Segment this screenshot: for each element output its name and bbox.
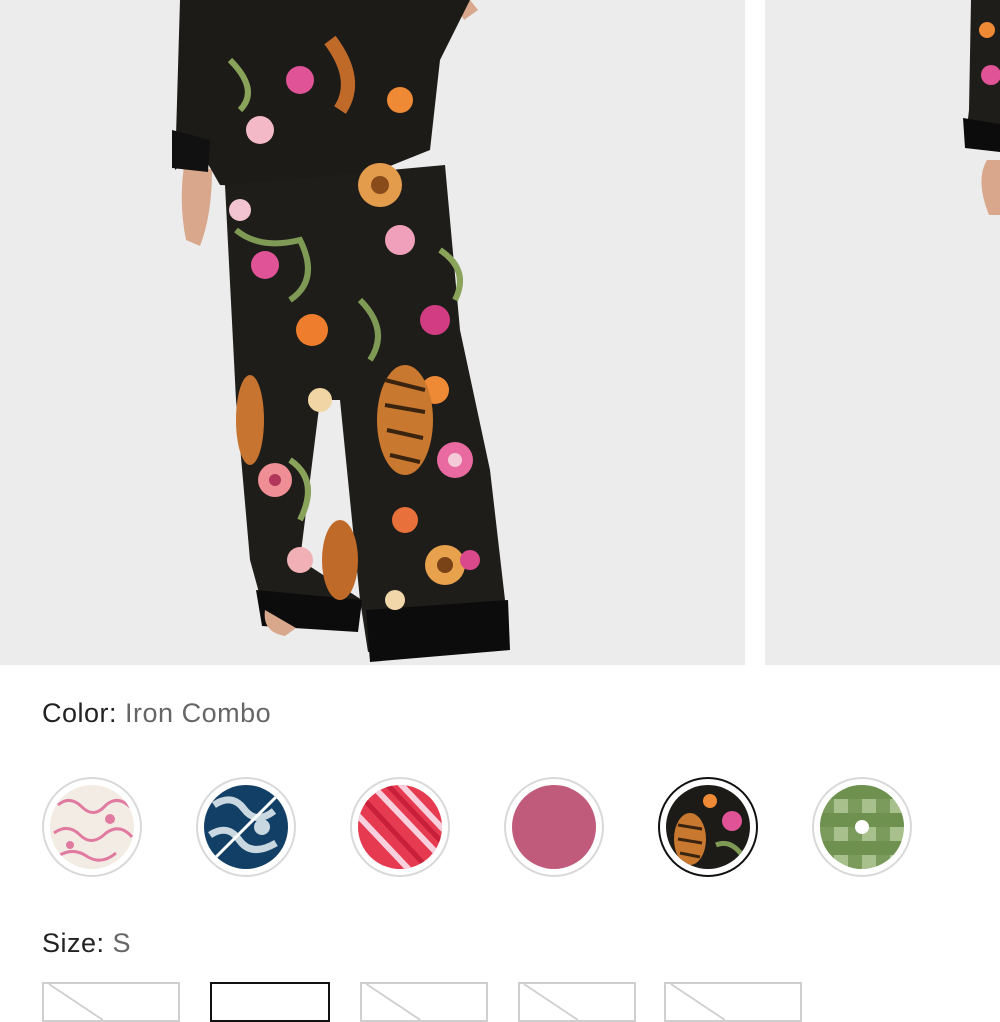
unavailable-strike-icon — [48, 984, 104, 1020]
color-label-row: Color: Iron Combo — [42, 698, 271, 729]
product-image-main[interactable] — [0, 0, 745, 665]
color-swatch-red-stripe[interactable] — [350, 777, 450, 877]
color-label: Color: — [42, 698, 118, 728]
size-option-list — [42, 982, 942, 1022]
unavailable-strike-icon — [365, 984, 421, 1020]
color-swatch-list — [42, 777, 922, 881]
size-option-selected[interactable] — [210, 982, 330, 1022]
size-option-unavailable[interactable] — [360, 982, 488, 1022]
color-swatch-green-gingham[interactable] — [812, 777, 912, 877]
color-swatch-blue-print[interactable] — [196, 777, 296, 877]
iron-combo-pattern-icon — [666, 785, 750, 869]
color-swatch-iron-combo[interactable] — [658, 777, 758, 877]
product-image-gallery[interactable] — [0, 0, 1000, 665]
product-image-next[interactable] — [765, 0, 1000, 665]
pink-toile-pattern-icon — [50, 785, 134, 869]
size-option-unavailable[interactable] — [518, 982, 636, 1022]
size-value: S — [112, 928, 132, 958]
pink-solid-pattern-icon — [512, 785, 596, 869]
green-gingham-pattern-icon — [820, 785, 904, 869]
unavailable-strike-icon — [670, 984, 726, 1020]
color-swatch-pink-toile[interactable] — [42, 777, 142, 877]
size-option-unavailable[interactable] — [664, 982, 802, 1022]
color-value: Iron Combo — [125, 698, 272, 728]
blue-print-pattern-icon — [204, 785, 288, 869]
red-stripe-pattern-icon — [358, 785, 442, 869]
unavailable-strike-icon — [523, 984, 579, 1020]
size-option-unavailable[interactable] — [42, 982, 180, 1022]
color-swatch-pink-solid[interactable] — [504, 777, 604, 877]
size-label: Size: — [42, 928, 105, 958]
size-label-row: Size: S — [42, 928, 131, 959]
